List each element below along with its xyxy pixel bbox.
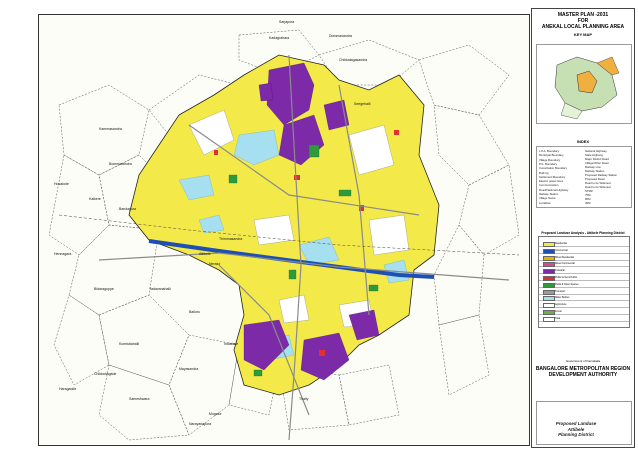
village-label: Dommasandra — [329, 34, 352, 38]
landuse-swatch — [543, 255, 555, 261]
landuse-row: Transport — [539, 289, 629, 295]
title-line-3: ANEKAL LOCAL PLANNING AREA — [541, 24, 625, 30]
landuse-swatch — [543, 262, 555, 268]
village-label: Bidaraguppe — [94, 287, 114, 291]
index-item: 45M — [585, 201, 591, 205]
index-legend: L.P.A. Boundary Municipal Boundary Village… — [536, 146, 632, 208]
drawing-title: Proposed Landuse Attibele Planning Distr… — [546, 421, 606, 438]
legend-panel: MASTER PLAN -2031 FOR ANEKAL LOCAL PLANN… — [531, 8, 635, 448]
landuse-row: Public & Semi Public — [539, 275, 629, 281]
village-label: Neralur — [209, 262, 221, 266]
village-label: Thally — [299, 397, 309, 401]
landuse-swatch — [543, 296, 555, 302]
landuse-table-title: Proposed Landuse Analysis - Attibele Pla… — [541, 231, 625, 235]
key-map-graphic — [554, 56, 620, 120]
landuse-swatch — [543, 310, 555, 315]
village-label: Thimmasandra — [219, 237, 242, 241]
village-label: Bommasandra — [109, 162, 132, 166]
landuse-swatch — [543, 282, 555, 288]
landuse-row: Mixed Residential — [539, 255, 629, 261]
index-title: INDEX — [576, 139, 590, 144]
village-label: Sameshwara — [129, 397, 149, 401]
landuse-name: Water Bodies — [555, 296, 570, 300]
landuse-swatch — [543, 289, 555, 295]
landuse-name: Parks & Open Spaces — [555, 282, 579, 286]
village-label: Attibele — [199, 252, 211, 256]
village-label: Balluru — [189, 310, 200, 314]
landuse-name: Mixed Commercial — [555, 262, 575, 266]
landuse-row: Forest — [539, 309, 629, 315]
village-label: Kalkere — [89, 197, 101, 201]
authority-name: BANGALORE METROPOLITAN REGION DEVELOPMEN… — [532, 366, 634, 378]
landuse-name: Industrial — [555, 269, 565, 273]
village-label: Chikkahagade — [94, 372, 116, 376]
village-label: Chikkatagasandra — [339, 58, 367, 62]
village-label: Hennagara — [54, 252, 71, 256]
landuse-name: Mixed Residential — [555, 255, 574, 259]
landuse-row: Water Bodies — [539, 295, 629, 302]
landuse-swatch — [543, 242, 555, 247]
landuse-row: Mixed Commercial — [539, 261, 629, 268]
landuse-name: Agriculture — [555, 303, 567, 307]
landuse-swatch — [543, 276, 555, 281]
landuse-name: Transport — [555, 289, 566, 293]
landuse-map: Sarjapura Kadagrahara Dommasandra Chikkatag… — [48, 20, 520, 441]
village-label: Bandapura — [119, 207, 136, 211]
village-label: Haragadde — [59, 387, 76, 391]
landuse-table: Residential Commercial Mixed Residential Mi… — [538, 236, 630, 328]
landuse-name: Commercial — [555, 248, 568, 252]
village-label: Yadavanahalli — [149, 287, 171, 291]
landuse-row: Commercial — [539, 248, 629, 254]
landuse-row: Parks & Open Spaces — [539, 282, 629, 288]
landuse-name: Total — [555, 316, 561, 320]
landuse-swatch — [543, 269, 555, 275]
village-label: Mugalur — [209, 412, 222, 416]
village-label: Kumbalahalli — [119, 342, 139, 346]
landuse-swatch — [543, 316, 555, 322]
landuse-row: Total — [539, 316, 629, 322]
village-label: Kammasandra — [99, 127, 122, 131]
village-label: Narayanapura — [189, 422, 211, 426]
landuse-row: Industrial — [539, 268, 629, 275]
village-label: Sarjapura — [279, 20, 294, 24]
index-item: Localities — [539, 200, 551, 205]
government-label: Government of Karnataka — [565, 359, 601, 363]
authority-line-2: DEVELOPMENT AUTHORITY — [548, 372, 618, 378]
village-label: Seegehalli — [354, 102, 371, 106]
key-map-label: KEY MAP — [573, 32, 593, 37]
village-label: Indlabele — [224, 342, 238, 346]
landuse-swatch — [543, 303, 555, 309]
map-area[interactable]: Sarjapura Kadagrahara Dommasandra Chikkatag… — [38, 14, 530, 446]
map-sheet: Sarjapura Kadagrahara Dommasandra Chikkatag… — [0, 0, 638, 451]
landuse-name: Public & Semi Public — [555, 276, 578, 279]
village-label: Hosakote — [54, 182, 69, 186]
key-map — [536, 44, 632, 124]
landuse-row: Residential — [539, 241, 629, 247]
drawing-title-line-3: Planning District — [558, 432, 594, 437]
landuse-name: Residential — [555, 242, 567, 245]
village-label: Kadagrahara — [269, 36, 289, 40]
landuse-swatch — [543, 248, 555, 254]
plan-title: MASTER PLAN -2031 FOR ANEKAL LOCAL PLANN… — [532, 9, 634, 30]
landuse-row: Agriculture — [539, 302, 629, 309]
village-label: Mayasandra — [179, 367, 198, 371]
landuse-name: Forest — [555, 310, 562, 313]
